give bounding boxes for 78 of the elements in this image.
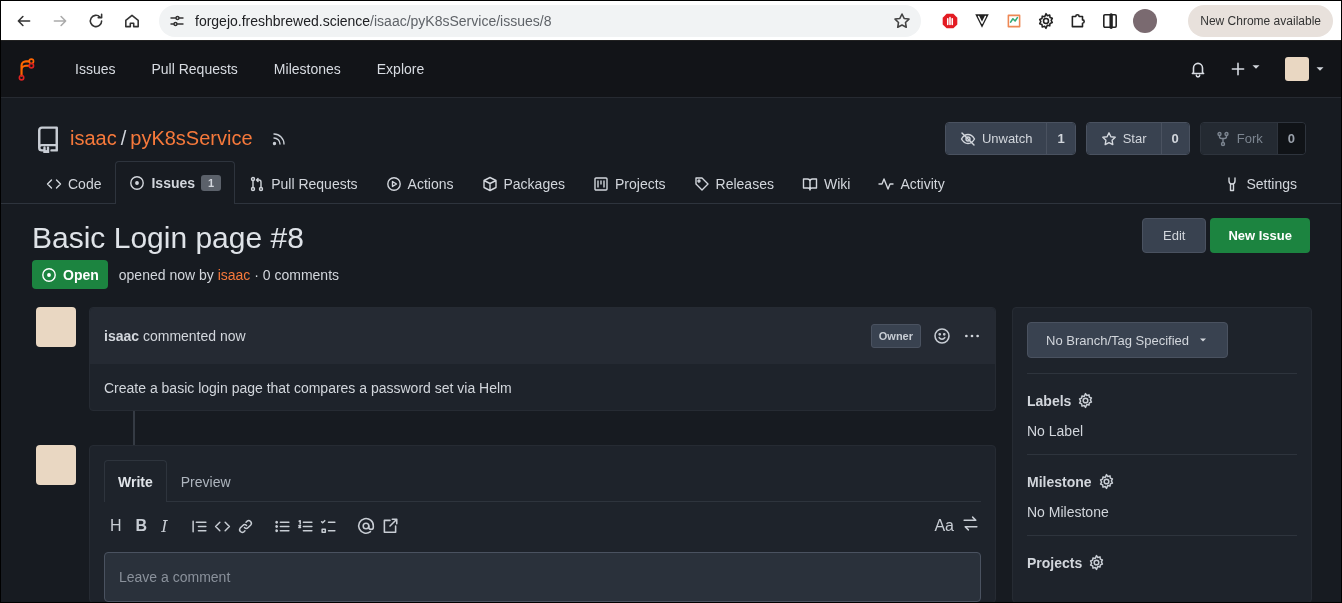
settings-icon[interactable] [1077,392,1095,409]
nav-link[interactable]: Pull Requests [151,57,238,81]
edit-button[interactable]: Edit [1142,218,1207,253]
repo-tab[interactable]: Releases [679,162,788,204]
section-title: Milestone [1027,473,1092,490]
task-list-icon[interactable] [320,517,338,535]
editor-tab[interactable]: Write [104,460,167,502]
repo-tab[interactable]: Actions [371,162,468,204]
reload-icon [87,11,105,30]
reference-icon[interactable] [381,517,400,535]
count-label[interactable]: 1 [1046,123,1075,154]
update-chip[interactable]: New Chrome available [1188,4,1333,37]
repo-action-button[interactable]: Star [1086,123,1161,154]
extensions-icon[interactable] [1069,11,1087,30]
repo-tab[interactable]: Activity [864,162,959,204]
pull-request-icon [249,175,266,192]
comment-field[interactable]: Leave a comment [104,552,981,602]
section-value: No Milestone [1027,504,1110,520]
nav-link[interactable]: Issues [75,57,116,81]
issue-icon [129,175,146,191]
plus-icon[interactable] [1229,60,1247,78]
bookmark-star-icon[interactable] [893,11,911,30]
repo-action-button[interactable]: Unwatch [945,123,1047,154]
role-badge: Owner [870,324,921,348]
count-badge: 1 [201,175,222,191]
settings-icon[interactable] [1088,554,1106,571]
branch-dropdown[interactable]: No Branch/Tag Specified [1027,322,1229,358]
author-link[interactable]: isaac [217,266,251,283]
issue-title: Basic Login page #8 [32,220,304,256]
smiley-icon[interactable] [933,327,951,345]
section-title: Projects [1027,554,1083,571]
play-icon [385,175,402,192]
book-icon [801,175,818,192]
settings-icon[interactable] [1097,473,1115,490]
repo-tab[interactable]: Issues 1 [115,161,236,204]
issue-icon [41,266,57,283]
package-icon [481,175,498,192]
eye-slash-icon [959,130,976,147]
sun-gear-icon[interactable] [1037,11,1055,30]
path-separator: / [120,127,127,150]
project-board-icon [593,175,609,192]
tag-icon [693,175,710,192]
issue-meta-text: opened now by isaac · 0 comments [118,266,340,283]
count-label[interactable]: 0 [1160,123,1189,154]
rss-icon[interactable] [270,130,287,147]
section-value: No Label [1027,423,1085,439]
pulse-icon [878,175,895,192]
editor-tab[interactable]: Preview [166,460,245,502]
fork-icon [1214,130,1231,147]
bold-tool[interactable]: B [131,515,152,537]
repo-tab[interactable]: Pull Requests [235,162,372,204]
repo-tab[interactable]: Projects [579,162,680,204]
repo-owner-link[interactable]: isaac [70,127,117,150]
repo-name-link[interactable]: pyK8sService [130,127,253,150]
heading-tool[interactable]: H [106,515,126,537]
nav-link[interactable]: Explore [376,57,425,81]
repo-tab[interactable]: Packages [467,162,579,204]
bell-icon[interactable] [1189,60,1207,78]
repo-tab[interactable]: Settings [1210,162,1311,204]
section-title: Labels [1027,392,1072,409]
comment-header-text: isaac commented now [104,328,246,344]
new-issue-button[interactable]: New Issue [1210,218,1310,253]
status-badge: Open [32,260,108,289]
url-text: forgejo.freshbrewed.science/isaac/pyK8sService/issues/8 [195,12,553,29]
side-panel-icon[interactable] [1101,11,1119,30]
repo-tab[interactable]: Wiki [787,162,865,204]
star-icon [1100,130,1117,147]
address-bar[interactable]: forgejo.freshbrewed.science/isaac/pyK8sService/issues/8 [159,4,921,37]
font-toggle[interactable]: Aa [930,515,958,537]
author-link[interactable]: isaac [104,328,140,344]
swap-icon[interactable] [962,515,979,532]
repo-tab[interactable]: Code [32,162,116,204]
comment-body: Create a basic login page that compares a password set via Helm [103,379,513,398]
mention-icon[interactable] [357,517,376,535]
italic-tool[interactable]: I [157,514,172,538]
profile-avatar[interactable] [1133,8,1157,33]
link-icon[interactable] [237,517,255,535]
nav-link[interactable]: Milestones [273,57,341,81]
